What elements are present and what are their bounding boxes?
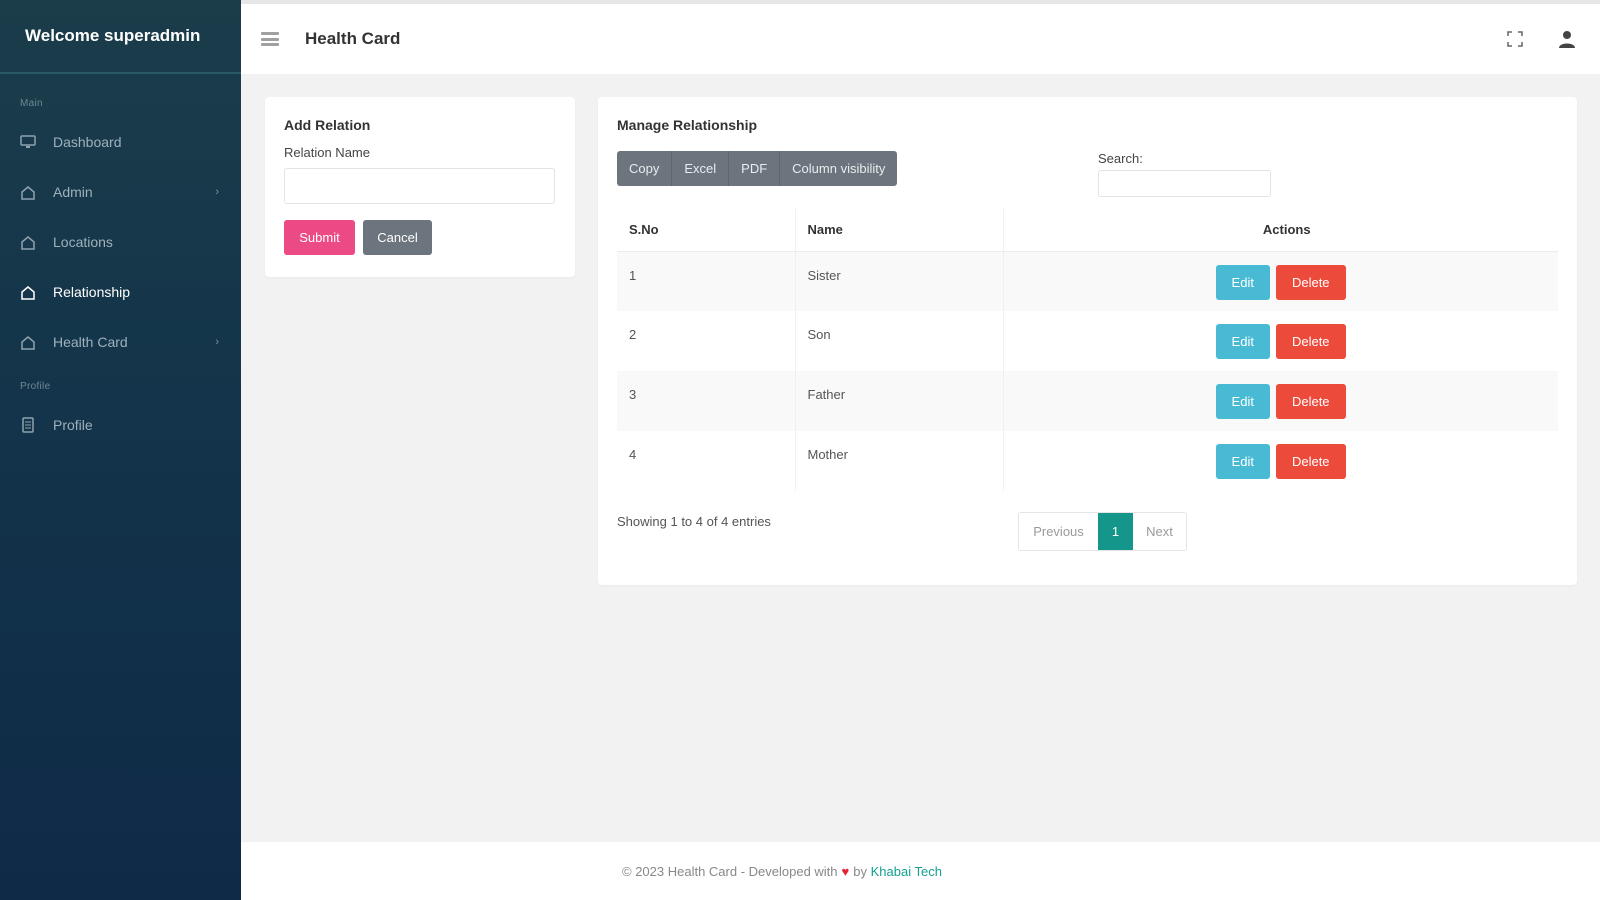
manage-relationship-card: Manage Relationship Copy Excel PDF Colum… (598, 97, 1577, 585)
menu-section-main: Main (20, 98, 43, 109)
fullscreen-icon[interactable] (1504, 28, 1526, 50)
footer-text: © 2023 Health Card - Developed with (622, 863, 838, 879)
search-input[interactable] (1098, 170, 1271, 197)
sidebar-item-label: Locations (53, 234, 113, 250)
relationship-table: S.No Name Actions 1 Sister Edit Delete 2 … (617, 209, 1558, 491)
edit-button[interactable]: Edit (1215, 324, 1270, 359)
add-relation-title: Add Relation (284, 117, 371, 133)
delete-button[interactable]: Delete (1275, 444, 1346, 479)
cell-actions: Edit Delete (1003, 431, 1558, 491)
delete-button[interactable]: Delete (1275, 264, 1346, 300)
home-icon (19, 233, 37, 251)
footer-developer-link[interactable]: Khabai Tech (871, 864, 942, 879)
sidebar-item-locations[interactable]: Locations (0, 217, 241, 267)
export-toolbar: Copy Excel PDF Column visibility (617, 151, 898, 186)
search-label: Search: (1098, 151, 1143, 166)
table-header-row: S.No Name Actions (617, 209, 1558, 252)
table-row: 2 Son Edit Delete (617, 311, 1558, 371)
sidebar-item-label: Relationship (53, 284, 131, 300)
heart-icon: ♥ (841, 863, 850, 879)
menu-icon[interactable] (261, 32, 279, 46)
sidebar-item-profile[interactable]: Profile (0, 400, 241, 450)
column-visibility-button[interactable]: Column visibility (780, 151, 897, 186)
sidebar: Welcome superadmin Main Dashboard Admin … (0, 0, 241, 900)
user-icon[interactable] (1556, 28, 1578, 50)
cancel-button[interactable]: Cancel (363, 220, 432, 255)
footer: © 2023 Health Card - Developed with ♥ by K… (241, 842, 1600, 900)
table-info: Showing 1 to 4 of 4 entries (617, 514, 771, 529)
submit-button[interactable]: Submit (284, 220, 355, 255)
cell-name: Sister (795, 251, 1004, 311)
cell-name: Mother (795, 431, 1004, 491)
menu-section-profile: Profile (20, 381, 51, 392)
page-1-button[interactable]: 1 (1098, 513, 1133, 550)
edit-button[interactable]: Edit (1215, 264, 1270, 300)
sidebar-item-health-card[interactable]: Health Card › (0, 317, 241, 367)
sidebar-item-label: Admin (53, 184, 93, 200)
column-header-actions: Actions (1003, 209, 1558, 252)
document-icon (19, 416, 37, 434)
home-icon (19, 283, 37, 301)
table-row: 1 Sister Edit Delete (617, 251, 1558, 311)
sidebar-item-label: Profile (53, 417, 93, 433)
relation-name-input[interactable] (284, 168, 555, 204)
top-header: Health Card (241, 0, 1600, 74)
sidebar-item-dashboard[interactable]: Dashboard (0, 117, 241, 167)
edit-button[interactable]: Edit (1215, 444, 1270, 479)
table-row: 4 Mother Edit Delete (617, 431, 1558, 491)
monitor-icon (19, 133, 37, 151)
home-icon (19, 333, 37, 351)
cell-sno: 2 (617, 311, 796, 371)
cell-name: Father (795, 371, 1004, 431)
delete-button[interactable]: Delete (1275, 324, 1346, 359)
sidebar-item-admin[interactable]: Admin › (0, 167, 241, 217)
manage-relationship-title: Manage Relationship (617, 117, 758, 133)
delete-button[interactable]: Delete (1275, 384, 1346, 419)
cell-sno: 3 (617, 371, 796, 431)
chevron-right-icon: › (215, 336, 219, 348)
previous-page-button[interactable]: Previous (1019, 513, 1098, 550)
sidebar-brand: Welcome superadmin (0, 0, 241, 74)
edit-button[interactable]: Edit (1215, 384, 1270, 419)
cell-actions: Edit Delete (1003, 371, 1558, 431)
sidebar-item-label: Dashboard (53, 134, 122, 150)
cell-actions: Edit Delete (1003, 251, 1558, 311)
cell-sno: 4 (617, 431, 796, 491)
pdf-button[interactable]: PDF (729, 151, 781, 186)
sidebar-item-relationship[interactable]: Relationship (0, 267, 241, 317)
home-icon (19, 183, 37, 201)
column-header-sno[interactable]: S.No (617, 209, 796, 252)
add-relation-card: Add Relation Relation Name Submit Cancel (265, 97, 575, 277)
cell-actions: Edit Delete (1003, 311, 1558, 371)
page-title: Health Card (305, 29, 401, 48)
search-box: Search: (1098, 151, 1271, 197)
copy-button[interactable]: Copy (617, 151, 673, 186)
table-row: 3 Father Edit Delete (617, 371, 1558, 431)
cell-sno: 1 (617, 251, 796, 311)
column-header-name[interactable]: Name (795, 209, 1004, 252)
excel-button[interactable]: Excel (672, 151, 730, 186)
pagination: Previous 1 Next (1018, 512, 1187, 551)
sidebar-item-label: Health Card (53, 334, 128, 350)
next-page-button[interactable]: Next (1133, 513, 1186, 550)
cell-name: Son (795, 311, 1004, 371)
chevron-right-icon: › (215, 186, 219, 198)
relation-name-label: Relation Name (284, 145, 370, 160)
footer-by: by (853, 863, 867, 879)
